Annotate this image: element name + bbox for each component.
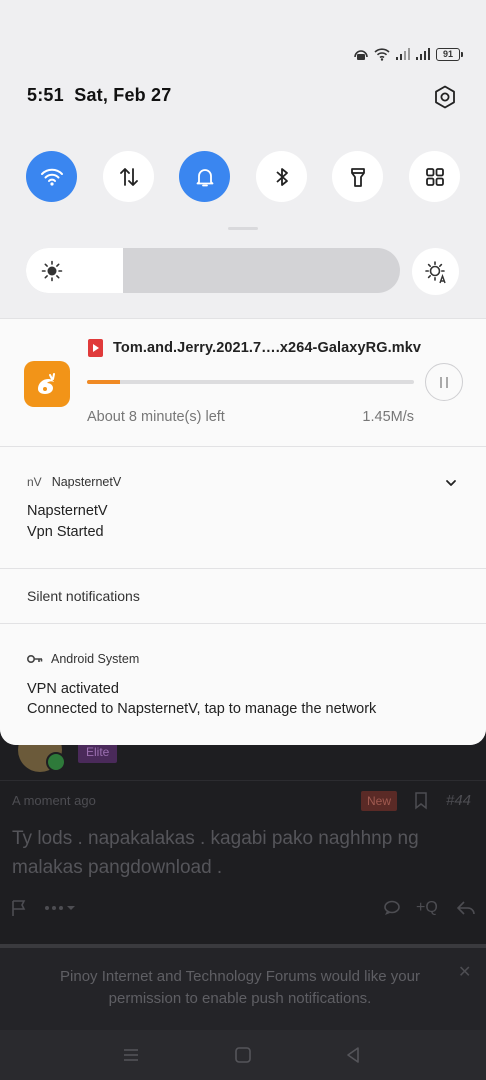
vpn-key-icon xyxy=(354,50,368,60)
notification-app-header: nV NapsternetV xyxy=(27,475,121,489)
comment-icon[interactable] xyxy=(383,896,401,920)
gear-icon[interactable] xyxy=(432,84,458,110)
drag-handle[interactable] xyxy=(228,227,258,230)
data-arrows-icon xyxy=(119,167,138,186)
more-options-icon[interactable] xyxy=(44,896,76,920)
wifi-toggle[interactable] xyxy=(26,151,77,202)
app-name: Android System xyxy=(51,652,140,666)
post-time: A moment ago xyxy=(12,793,96,808)
close-icon[interactable]: ✕ xyxy=(458,962,471,982)
uc-browser-icon xyxy=(24,361,70,407)
reply-icon[interactable] xyxy=(456,896,476,920)
download-notification[interactable]: Tom.and.Jerry.2021.7….x264-GalaxyRG.mkv … xyxy=(0,318,486,446)
grid-icon xyxy=(425,167,444,186)
post-text: Ty lods . napakalakas . kagabi pako nagh… xyxy=(12,828,419,878)
pause-button[interactable] xyxy=(425,363,463,401)
date[interactable]: Sat, Feb 27 xyxy=(74,85,171,105)
wifi-icon xyxy=(40,168,63,186)
notification-body: Vpn Started xyxy=(27,524,104,540)
download-time-remaining: About 8 minute(s) left xyxy=(87,409,225,425)
mobile-data-toggle[interactable] xyxy=(103,151,154,202)
time-date: 5:51 Sat, Feb 27 xyxy=(27,85,171,106)
notification-shade: 91 5:51 Sat, Feb 27 Tom.and.Jerry.2021.7… xyxy=(0,0,486,745)
video-file-icon xyxy=(88,339,103,357)
divider xyxy=(0,780,486,781)
bookmark-icon[interactable] xyxy=(414,792,428,810)
sun-icon xyxy=(41,260,63,282)
home-icon[interactable] xyxy=(231,1043,255,1067)
clock[interactable]: 5:51 xyxy=(27,85,64,105)
download-progress-bar xyxy=(87,380,414,384)
bluetooth-icon xyxy=(275,167,288,186)
download-speed: 1.45M/s xyxy=(362,409,414,425)
back-icon[interactable] xyxy=(342,1043,366,1067)
system-notification[interactable]: Android System VPN activated Connected t… xyxy=(0,623,486,745)
silent-notifications-header: Silent notifications xyxy=(0,568,486,623)
notification-title: NapsternetV xyxy=(27,503,108,519)
flashlight-toggle[interactable] xyxy=(332,151,383,202)
sound-toggle[interactable] xyxy=(179,151,230,202)
flashlight-icon xyxy=(350,167,365,187)
signal-1-icon xyxy=(396,48,410,60)
auto-brightness-icon xyxy=(424,260,446,283)
navigation-bar xyxy=(0,1030,486,1080)
app-name: NapsternetV xyxy=(51,475,122,489)
app-abbreviation-icon: nV xyxy=(27,475,42,489)
key-icon xyxy=(27,655,43,663)
push-permission-text: Pinoy Internet and Technology Forums wou… xyxy=(60,968,420,1007)
section-label: Silent notifications xyxy=(27,588,140,604)
battery-icon: 91 xyxy=(436,47,463,61)
wifi-status-icon xyxy=(374,47,390,61)
quote-button[interactable]: +Q xyxy=(416,896,438,920)
status-icons: 91 xyxy=(354,46,463,62)
download-filename: Tom.and.Jerry.2021.7….x264-GalaxyRG.mkv xyxy=(113,340,422,356)
notification-body: Connected to NapsternetV, tap to manage … xyxy=(27,701,377,717)
notification-title: VPN activated xyxy=(27,681,119,697)
post-actions: +Q xyxy=(10,896,476,920)
post-number[interactable]: #44 xyxy=(446,792,471,809)
signal-2-icon xyxy=(416,48,430,60)
brightness-slider[interactable] xyxy=(26,248,400,293)
chevron-down-icon[interactable] xyxy=(444,476,458,490)
bell-icon xyxy=(196,168,213,186)
flag-icon[interactable] xyxy=(10,896,28,920)
auto-brightness-button[interactable] xyxy=(412,248,459,295)
bluetooth-toggle[interactable] xyxy=(256,151,307,202)
download-progress-fill xyxy=(87,380,120,384)
more-tiles-toggle[interactable] xyxy=(409,151,460,202)
new-badge: New xyxy=(361,791,398,811)
vpn-notification[interactable]: nV NapsternetV NapsternetV Vpn Started xyxy=(0,446,486,568)
recents-icon[interactable] xyxy=(119,1043,143,1067)
online-badge-icon xyxy=(46,752,66,772)
